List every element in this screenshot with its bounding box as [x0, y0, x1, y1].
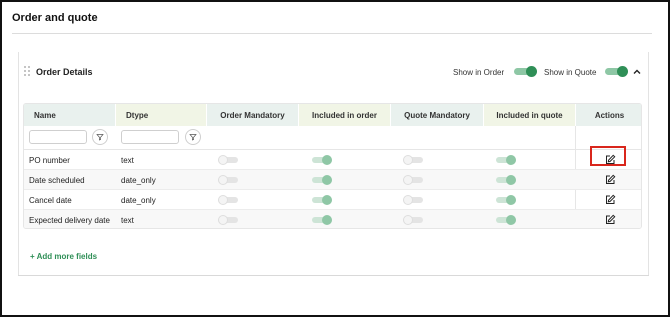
- add-more-fields-link[interactable]: + Add more fields: [30, 252, 97, 261]
- column-header-included-in-quote: Included in quote: [484, 104, 576, 126]
- field-name: Cancel date: [29, 196, 72, 205]
- field-dtype: date_only: [121, 176, 156, 185]
- column-header-quote-mandatory: Quote Mandatory: [391, 104, 484, 126]
- title-divider: [12, 33, 652, 34]
- column-header-order-mandatory: Order Mandatory: [207, 104, 299, 126]
- show-in-order-label: Show in Order: [453, 68, 505, 77]
- filter-row: [24, 126, 641, 150]
- included-in-order-toggle[interactable]: [312, 195, 332, 205]
- field-dtype: date_only: [121, 196, 156, 205]
- edit-icon[interactable]: [604, 174, 616, 186]
- included-in-quote-toggle[interactable]: [496, 175, 516, 185]
- order-mandatory-toggle[interactable]: [218, 175, 238, 185]
- included-in-order-toggle[interactable]: [312, 175, 332, 185]
- included-in-order-toggle[interactable]: [312, 155, 332, 165]
- included-in-quote-toggle[interactable]: [496, 155, 516, 165]
- quote-mandatory-toggle[interactable]: [403, 175, 423, 185]
- quote-mandatory-toggle[interactable]: [403, 195, 423, 205]
- quote-mandatory-toggle[interactable]: [403, 155, 423, 165]
- column-header-included-in-order: Included in order: [299, 104, 391, 126]
- section-divider: [18, 275, 649, 276]
- field-name: PO number: [29, 156, 70, 165]
- column-header-name: Name: [24, 104, 116, 126]
- column-header-dtype: Dtype: [116, 104, 207, 126]
- order-mandatory-toggle[interactable]: [218, 215, 238, 225]
- table-row: PO number text: [24, 150, 641, 170]
- dtype-filter-button[interactable]: [185, 129, 201, 145]
- show-in-quote-label: Show in Quote: [544, 68, 597, 77]
- field-dtype: text: [121, 156, 134, 165]
- field-dtype: text: [121, 216, 134, 225]
- table-row: Expected delivery date text: [24, 210, 641, 228]
- order-mandatory-toggle[interactable]: [218, 195, 238, 205]
- included-in-order-toggle[interactable]: [312, 215, 332, 225]
- field-name: Date scheduled: [29, 176, 85, 185]
- included-in-quote-toggle[interactable]: [496, 215, 516, 225]
- filter-icon: [189, 134, 197, 141]
- fields-table: Name Dtype Order Mandatory Included in o…: [23, 103, 642, 229]
- field-name: Expected delivery date: [29, 216, 110, 225]
- included-in-quote-toggle[interactable]: [496, 195, 516, 205]
- dtype-filter-input[interactable]: [121, 130, 179, 144]
- name-filter-input[interactable]: [29, 130, 87, 144]
- edit-icon[interactable]: [604, 194, 616, 206]
- column-header-actions: Actions: [576, 104, 641, 126]
- table-row: Date scheduled date_only: [24, 170, 641, 190]
- show-in-order-toggle[interactable]: [514, 66, 537, 77]
- table-row: Cancel date date_only: [24, 190, 641, 210]
- order-mandatory-toggle[interactable]: [218, 155, 238, 165]
- name-filter-button[interactable]: [92, 129, 108, 145]
- edit-highlight-box: [590, 146, 626, 166]
- page-title: Order and quote: [12, 12, 98, 24]
- edit-icon[interactable]: [604, 214, 616, 226]
- quote-mandatory-toggle[interactable]: [403, 215, 423, 225]
- show-in-quote-toggle[interactable]: [605, 66, 628, 77]
- filter-icon: [96, 134, 104, 141]
- section-title: Order Details: [36, 67, 93, 77]
- chevron-up-icon[interactable]: [632, 67, 642, 77]
- drag-handle-icon[interactable]: [24, 66, 30, 77]
